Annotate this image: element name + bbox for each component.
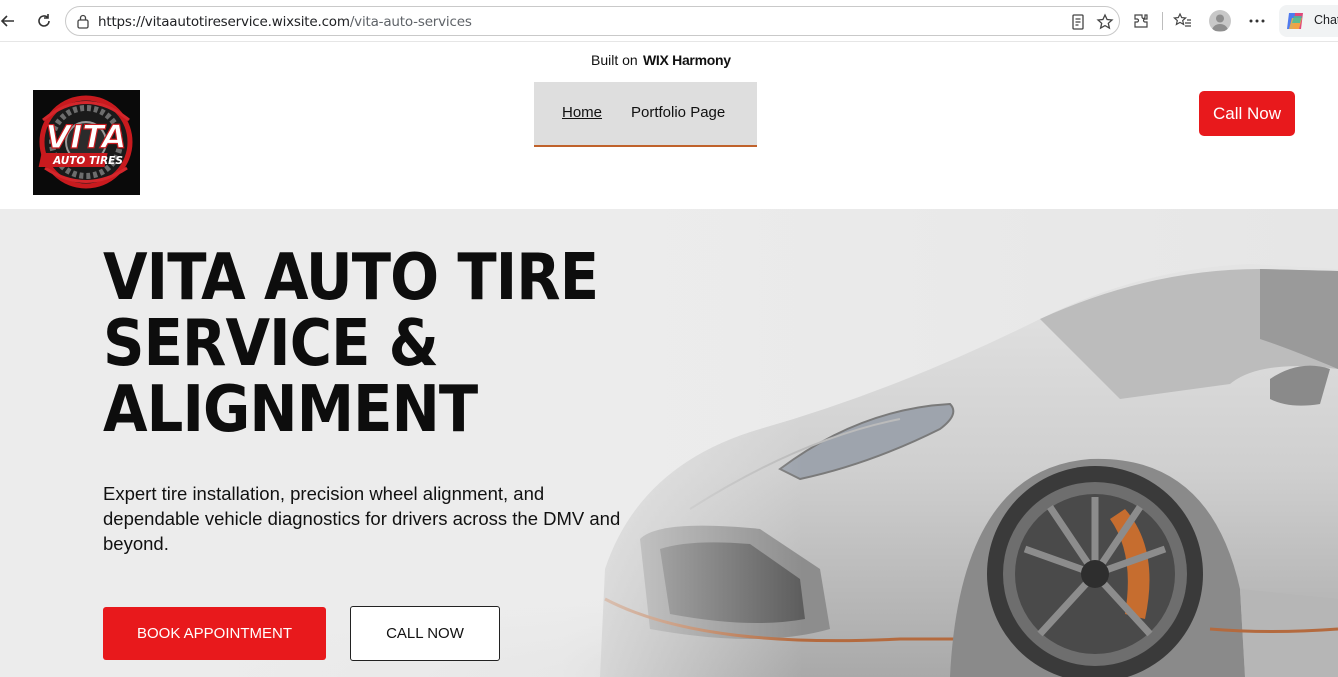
back-icon[interactable] bbox=[0, 9, 20, 33]
menu-item-home[interactable]: Home bbox=[562, 104, 602, 121]
logo-text-auto-tires: AUTO TIRES bbox=[52, 155, 123, 167]
hero-title-line: VITA AUTO TIRE bbox=[103, 241, 599, 315]
site-header: VITA AUTO TIRES Home Portfolio Page Call… bbox=[0, 77, 1338, 209]
more-icon[interactable] bbox=[1247, 11, 1267, 31]
hero-section: VITA AUTO TIRE SERVICE & ALIGNMENT Exper… bbox=[0, 209, 1338, 677]
call-now-header-button[interactable]: Call Now bbox=[1199, 91, 1295, 136]
extensions-icon[interactable] bbox=[1131, 11, 1151, 31]
book-appointment-button[interactable]: BOOK APPOINTMENT bbox=[103, 607, 326, 660]
wix-banner[interactable]: Built on WIX Harmony bbox=[0, 43, 1338, 77]
built-on-text: Built on bbox=[591, 52, 638, 68]
chat-label: Chat bbox=[1314, 13, 1338, 27]
call-now-hero-button[interactable]: CALL NOW bbox=[350, 606, 500, 661]
site-logo[interactable]: VITA AUTO TIRES bbox=[33, 90, 140, 195]
url-text: https://vitaautotireservice.wixsite.com/… bbox=[98, 14, 472, 30]
lock-icon[interactable] bbox=[76, 14, 90, 34]
hero-subtitle: Expert tire installation, precision whee… bbox=[103, 483, 621, 554]
hero-title-line: ALIGNMENT bbox=[103, 373, 478, 447]
reader-icon[interactable] bbox=[1069, 13, 1087, 31]
favorite-star-icon[interactable] bbox=[1096, 13, 1114, 31]
copilot-chat-button[interactable]: Chat bbox=[1279, 5, 1338, 37]
favorites-list-icon[interactable] bbox=[1173, 11, 1193, 31]
hero-title-line: SERVICE & bbox=[103, 307, 439, 381]
address-bar[interactable]: https://vitaautotireservice.wixsite.com/… bbox=[65, 6, 1120, 36]
main-menu: Home Portfolio Page bbox=[534, 82, 757, 147]
logo-text-vita: VITA bbox=[46, 118, 127, 156]
profile-icon[interactable] bbox=[1209, 10, 1231, 32]
url-host: https://vitaautotireservice.wixsite.com bbox=[98, 14, 350, 30]
browser-toolbar: https://vitaautotireservice.wixsite.com/… bbox=[0, 0, 1338, 42]
refresh-icon[interactable] bbox=[32, 9, 56, 33]
menu-item-portfolio-page[interactable]: Portfolio Page bbox=[631, 104, 725, 121]
hero-title: VITA AUTO TIRE SERVICE & ALIGNMENT bbox=[103, 245, 643, 443]
toolbar-separator bbox=[1162, 12, 1163, 30]
wix-brand-text: WIX Harmony bbox=[643, 52, 731, 68]
copilot-icon bbox=[1284, 10, 1308, 37]
url-path: /vita-auto-services bbox=[349, 14, 472, 30]
